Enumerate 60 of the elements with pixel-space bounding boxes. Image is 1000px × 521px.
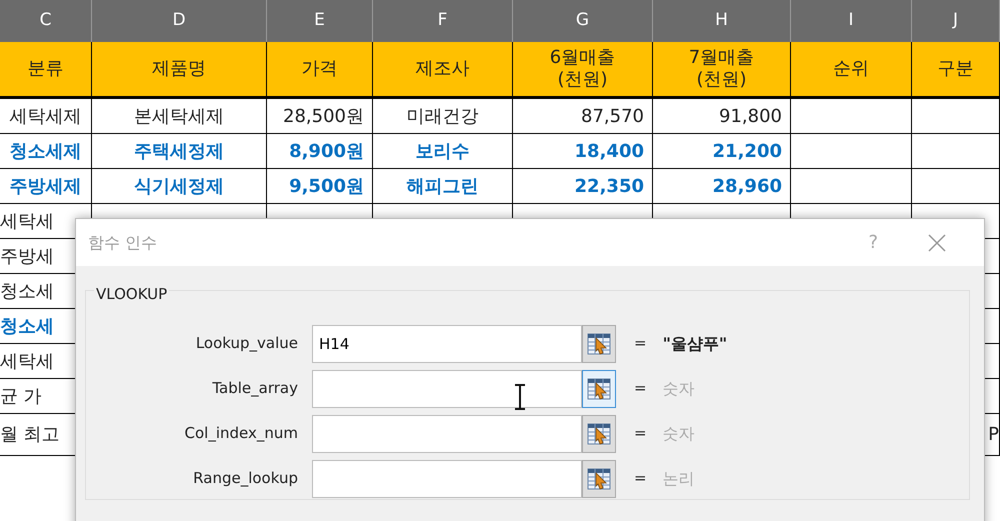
column-header[interactable]: F (373, 0, 513, 42)
table-cell: 청소세제 (0, 134, 92, 169)
argument-field[interactable] (312, 414, 582, 452)
table-cell: 21,200 (653, 134, 791, 169)
argument-label: Col_index_num (184, 423, 298, 444)
argument-result: 논리 (662, 468, 695, 490)
argument-result: 숫자 (662, 422, 695, 444)
header-cell: 6월매출 (천원) (513, 42, 653, 99)
column-header[interactable]: D (92, 0, 267, 42)
equals-sign: = (634, 468, 647, 490)
range-picker-button[interactable] (582, 414, 616, 452)
table-cell: 주택세정제 (92, 134, 267, 169)
equals-sign: = (634, 423, 647, 444)
argument-label: Lookup_value (194, 333, 298, 354)
range-picker-button[interactable] (582, 460, 616, 498)
column-header[interactable]: I (791, 0, 912, 42)
column-header[interactable]: C (0, 0, 92, 42)
range-picker-button[interactable] (582, 370, 616, 408)
header-cell: 구분 (912, 42, 1000, 99)
table-cell: 해피그린 (373, 169, 513, 204)
table-cell: 28,500원 (267, 99, 373, 134)
table-cell: 미래건강 (373, 99, 513, 134)
table-cell: 8,900원 (267, 134, 373, 169)
argument-field[interactable]: H14 (312, 324, 582, 362)
header-cell: 가격 (267, 42, 373, 99)
table-cell: 보리수 (373, 134, 513, 169)
argument-field[interactable] (312, 460, 582, 498)
argument-result: 숫자 (662, 378, 695, 400)
argument-label: Range_lookup (192, 468, 298, 490)
range-picker-button[interactable] (582, 324, 616, 362)
equals-sign: = (634, 378, 647, 400)
argument-field[interactable] (312, 370, 582, 408)
table-cell: 본세탁세제 (92, 99, 267, 134)
table-cursor-icon (587, 466, 611, 490)
column-header[interactable]: H (653, 0, 791, 42)
equals-sign: = (634, 333, 647, 354)
table-cell: 주방세제 (0, 169, 92, 204)
table-cell: 9,500원 (267, 169, 373, 204)
table-cell: 세탁세제 (0, 99, 92, 134)
table-cursor-icon (587, 422, 611, 446)
table-cell: 식기세정제 (92, 169, 267, 204)
table-cell: 91,800 (653, 99, 791, 134)
table-cell: 87,570 (513, 99, 653, 134)
argument-result: "울샴푸" (662, 332, 728, 354)
close-icon[interactable] (928, 234, 946, 252)
header-cell: 분류 (0, 42, 92, 99)
header-cell: 7월매출 (천원) (653, 42, 791, 99)
argument-label: Table_array (211, 378, 298, 400)
text-cursor-icon (514, 384, 526, 410)
table-cursor-icon (587, 376, 611, 400)
table-cell: 22,350 (513, 169, 653, 204)
table-cursor-icon (587, 332, 611, 356)
column-header[interactable]: J (912, 0, 1000, 42)
table-cell: 18,400 (513, 134, 653, 169)
header-cell: 순위 (791, 42, 912, 99)
table-cell: 28,960 (653, 169, 791, 204)
column-header[interactable]: G (513, 0, 653, 42)
header-cell: 제조사 (373, 42, 513, 99)
header-cell: 제품명 (92, 42, 267, 99)
column-header[interactable]: E (267, 0, 373, 42)
